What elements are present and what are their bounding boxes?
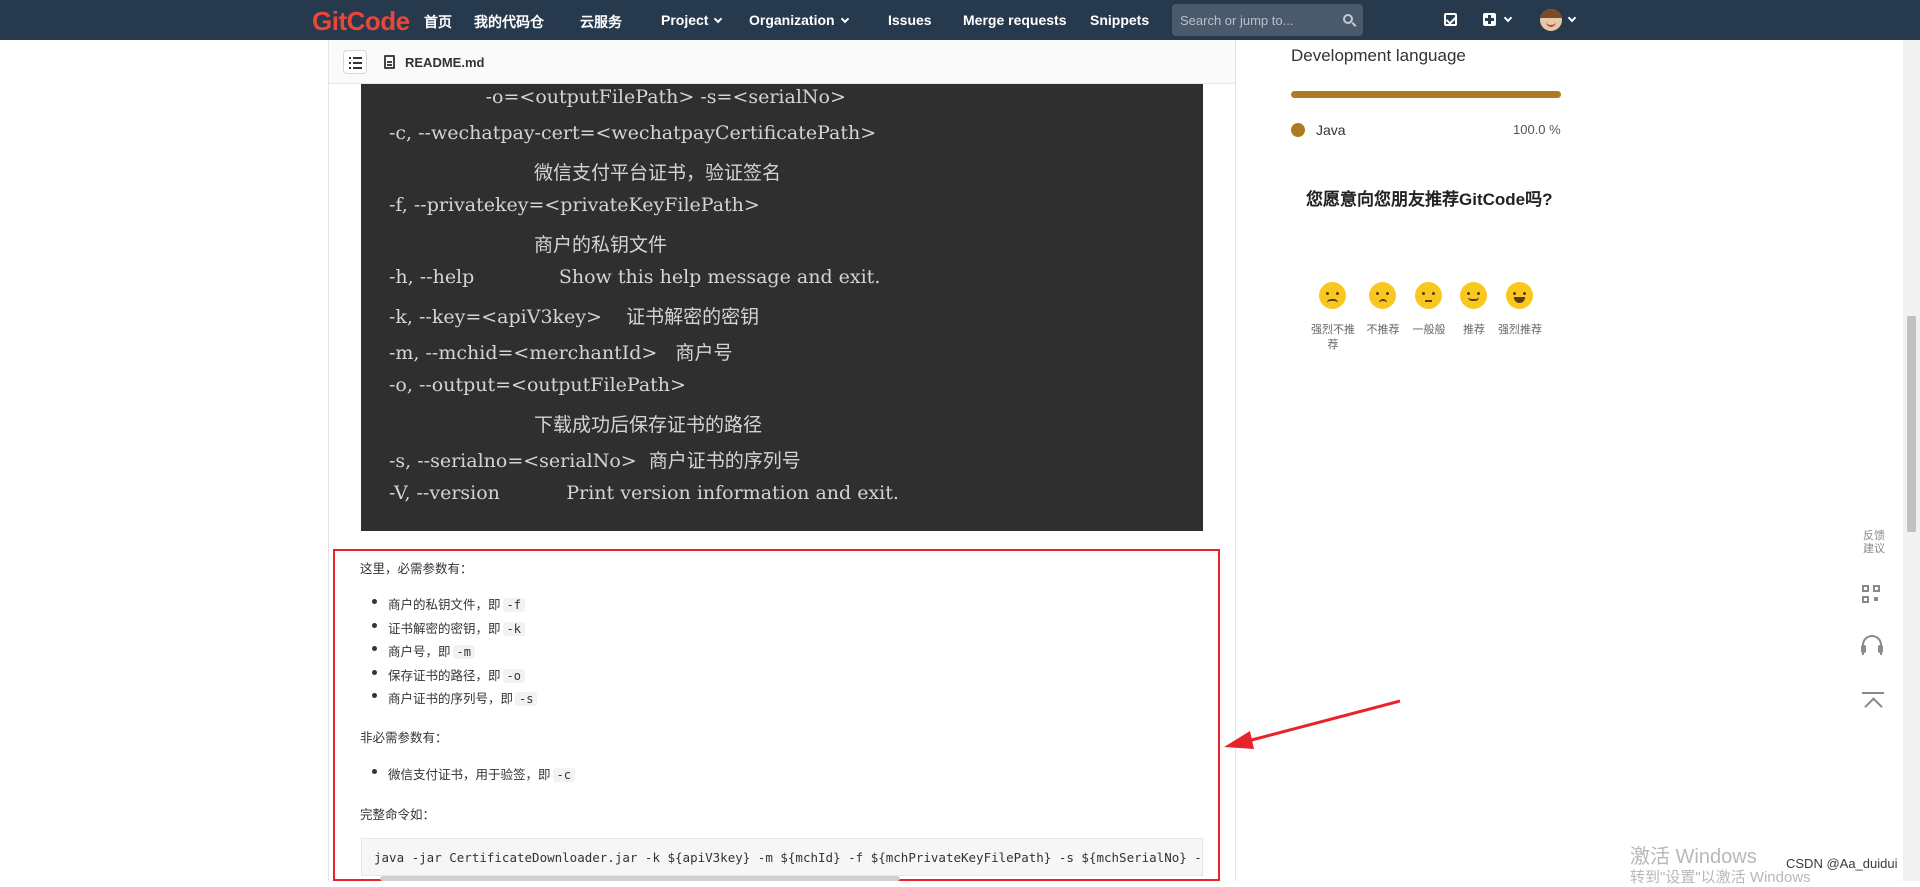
chevron-down-icon: [840, 14, 849, 24]
bullet: [372, 769, 377, 774]
code-line: -f, --privatekey=<privateKeyFilePath>: [389, 194, 760, 216]
list-item: 证书解密的密钥，即 -k: [388, 618, 525, 637]
inline-code: -s: [515, 692, 538, 706]
chevron-down-icon[interactable]: [1567, 13, 1577, 23]
inline-code: -m: [452, 645, 475, 659]
top-navbar: GitCode 首页 我的代码仓 云服务 Project Organizatio…: [0, 0, 1920, 40]
qr-code-icon[interactable]: [1862, 585, 1882, 605]
table-of-contents-button[interactable]: [343, 50, 367, 74]
gitcode-logo[interactable]: GitCode: [312, 6, 410, 37]
rating-label: 一般般: [1412, 324, 1446, 336]
list-item: 商户的私钥文件，即 -f: [388, 594, 525, 613]
usage-code-block: -o=<outputFilePath> -s=<serialNo> -c, --…: [361, 84, 1203, 531]
code-line: -h, --help Show this help message and ex…: [389, 266, 881, 288]
inline-code: -k: [502, 622, 525, 636]
bullet: [372, 599, 377, 604]
search-box[interactable]: [1172, 4, 1363, 36]
readme-filename: README.md: [405, 55, 485, 70]
page-scrollbar-thumb[interactable]: [1907, 316, 1916, 532]
list-item-text: 商户的私钥文件，即: [388, 597, 501, 612]
neutral-face-icon[interactable]: [1415, 282, 1442, 309]
recommend-question: 您愿意向您朋友推荐GitCode吗?: [1306, 190, 1553, 209]
full-command-text: java -jar CertificateDownloader.jar -k $…: [374, 850, 1202, 865]
inline-code: -c: [552, 768, 575, 782]
frown-face-icon[interactable]: [1369, 282, 1396, 309]
windows-activation-hint: 转到"设置"以激活 Windows: [1630, 869, 1811, 886]
rating-label: 不推荐: [1366, 324, 1400, 336]
nav-issues[interactable]: Issues: [888, 12, 932, 28]
chevron-down-icon: [714, 14, 723, 24]
full-command-heading: 完整命令如：: [360, 807, 436, 822]
nav-snippets[interactable]: Snippets: [1090, 12, 1149, 28]
annotation-arrow: [1224, 699, 1401, 749]
list-item: 微信支付证书，用于验签，即 -c: [388, 764, 575, 783]
nav-project[interactable]: Project: [661, 12, 723, 28]
laugh-face-icon[interactable]: [1506, 282, 1533, 309]
java-color-dot: [1291, 123, 1305, 137]
development-language-title: Development language: [1291, 46, 1466, 65]
customer-service-icon[interactable]: [1861, 635, 1883, 655]
nav-my-repos[interactable]: 我的代码仓: [474, 12, 544, 32]
nav-merge-requests[interactable]: Merge requests: [963, 12, 1066, 28]
todo-icon[interactable]: [1444, 13, 1457, 26]
rating-label: 推荐: [1463, 324, 1485, 336]
optional-params-heading: 非必需参数有：: [360, 730, 448, 745]
language-name[interactable]: Java: [1316, 122, 1346, 138]
rating-label: 强烈推荐: [1498, 324, 1542, 336]
back-to-top-icon[interactable]: [1862, 690, 1884, 712]
language-percent: 100.0 %: [1513, 122, 1561, 137]
search-icon[interactable]: [1343, 14, 1353, 24]
readme-header: README.md: [329, 40, 1235, 84]
windows-activation-watermark: 激活 Windows: [1630, 846, 1757, 868]
code-line: -m, --mchid=<merchantId> 商户号: [389, 342, 733, 364]
list-item-text: 微信支付证书，用于验签，即: [388, 767, 551, 782]
nav-organization[interactable]: Organization: [749, 12, 849, 28]
code-line: -V, --version Print version information …: [389, 482, 899, 504]
rating-label: 强烈不推荐: [1311, 324, 1355, 351]
nav-project-label: Project: [661, 12, 709, 28]
bullet: [372, 623, 377, 628]
list-item-text: 商户号，即: [388, 644, 451, 659]
code-line: -c, --wechatpay-cert=<wechatpayCertifica…: [389, 122, 877, 144]
code-line: 微信支付平台证书，验证签名: [389, 162, 781, 184]
smile-face-icon[interactable]: [1460, 282, 1487, 309]
list-item: 商户号，即 -m: [388, 641, 475, 660]
user-avatar[interactable]: [1540, 9, 1562, 31]
inline-code: -f: [502, 598, 525, 612]
code-line: -o, --output=<outputFilePath>: [389, 374, 686, 396]
code-line: -o=<outputFilePath> -s=<serialNo>: [389, 86, 846, 108]
list-item-text: 商户证书的序列号，即: [388, 691, 514, 706]
code-line: -k, --key=<apiV3key> 证书解密的密钥: [389, 306, 760, 328]
list-item-text: 证书解密的密钥，即: [388, 621, 501, 636]
inline-code: -o: [502, 669, 525, 683]
bullet: [372, 646, 377, 651]
nav-home[interactable]: 首页: [424, 12, 452, 32]
list-item: 保存证书的路径，即 -o: [388, 665, 525, 684]
chevron-down-icon[interactable]: [1503, 13, 1513, 23]
full-command-code-block[interactable]: java -jar CertificateDownloader.jar -k $…: [361, 838, 1203, 876]
language-bar: [1291, 91, 1561, 98]
code-horizontal-scrollbar[interactable]: [380, 876, 900, 881]
required-params-heading: 这里，必需参数有：: [360, 561, 473, 576]
csdn-watermark: CSDN @Aa_duidui: [1786, 856, 1898, 871]
feedback-button[interactable]: 反馈建议: [1860, 530, 1888, 556]
nav-cloud-service[interactable]: 云服务: [580, 12, 622, 32]
nav-organization-label: Organization: [749, 12, 835, 28]
angry-face-icon[interactable]: [1319, 282, 1346, 309]
new-item-icon[interactable]: [1483, 13, 1496, 26]
code-line: 商户的私钥文件: [389, 234, 667, 256]
bullet: [372, 670, 377, 675]
search-input[interactable]: [1180, 11, 1330, 29]
bullet: [372, 693, 377, 698]
code-line: -s, --serialno=<serialNo> 商户证书的序列号: [389, 450, 801, 472]
file-icon: [384, 55, 395, 69]
code-line: 下载成功后保存证书的路径: [389, 414, 762, 436]
list-item-text: 保存证书的路径，即: [388, 668, 501, 683]
list-item: 商户证书的序列号，即 -s: [388, 688, 538, 707]
